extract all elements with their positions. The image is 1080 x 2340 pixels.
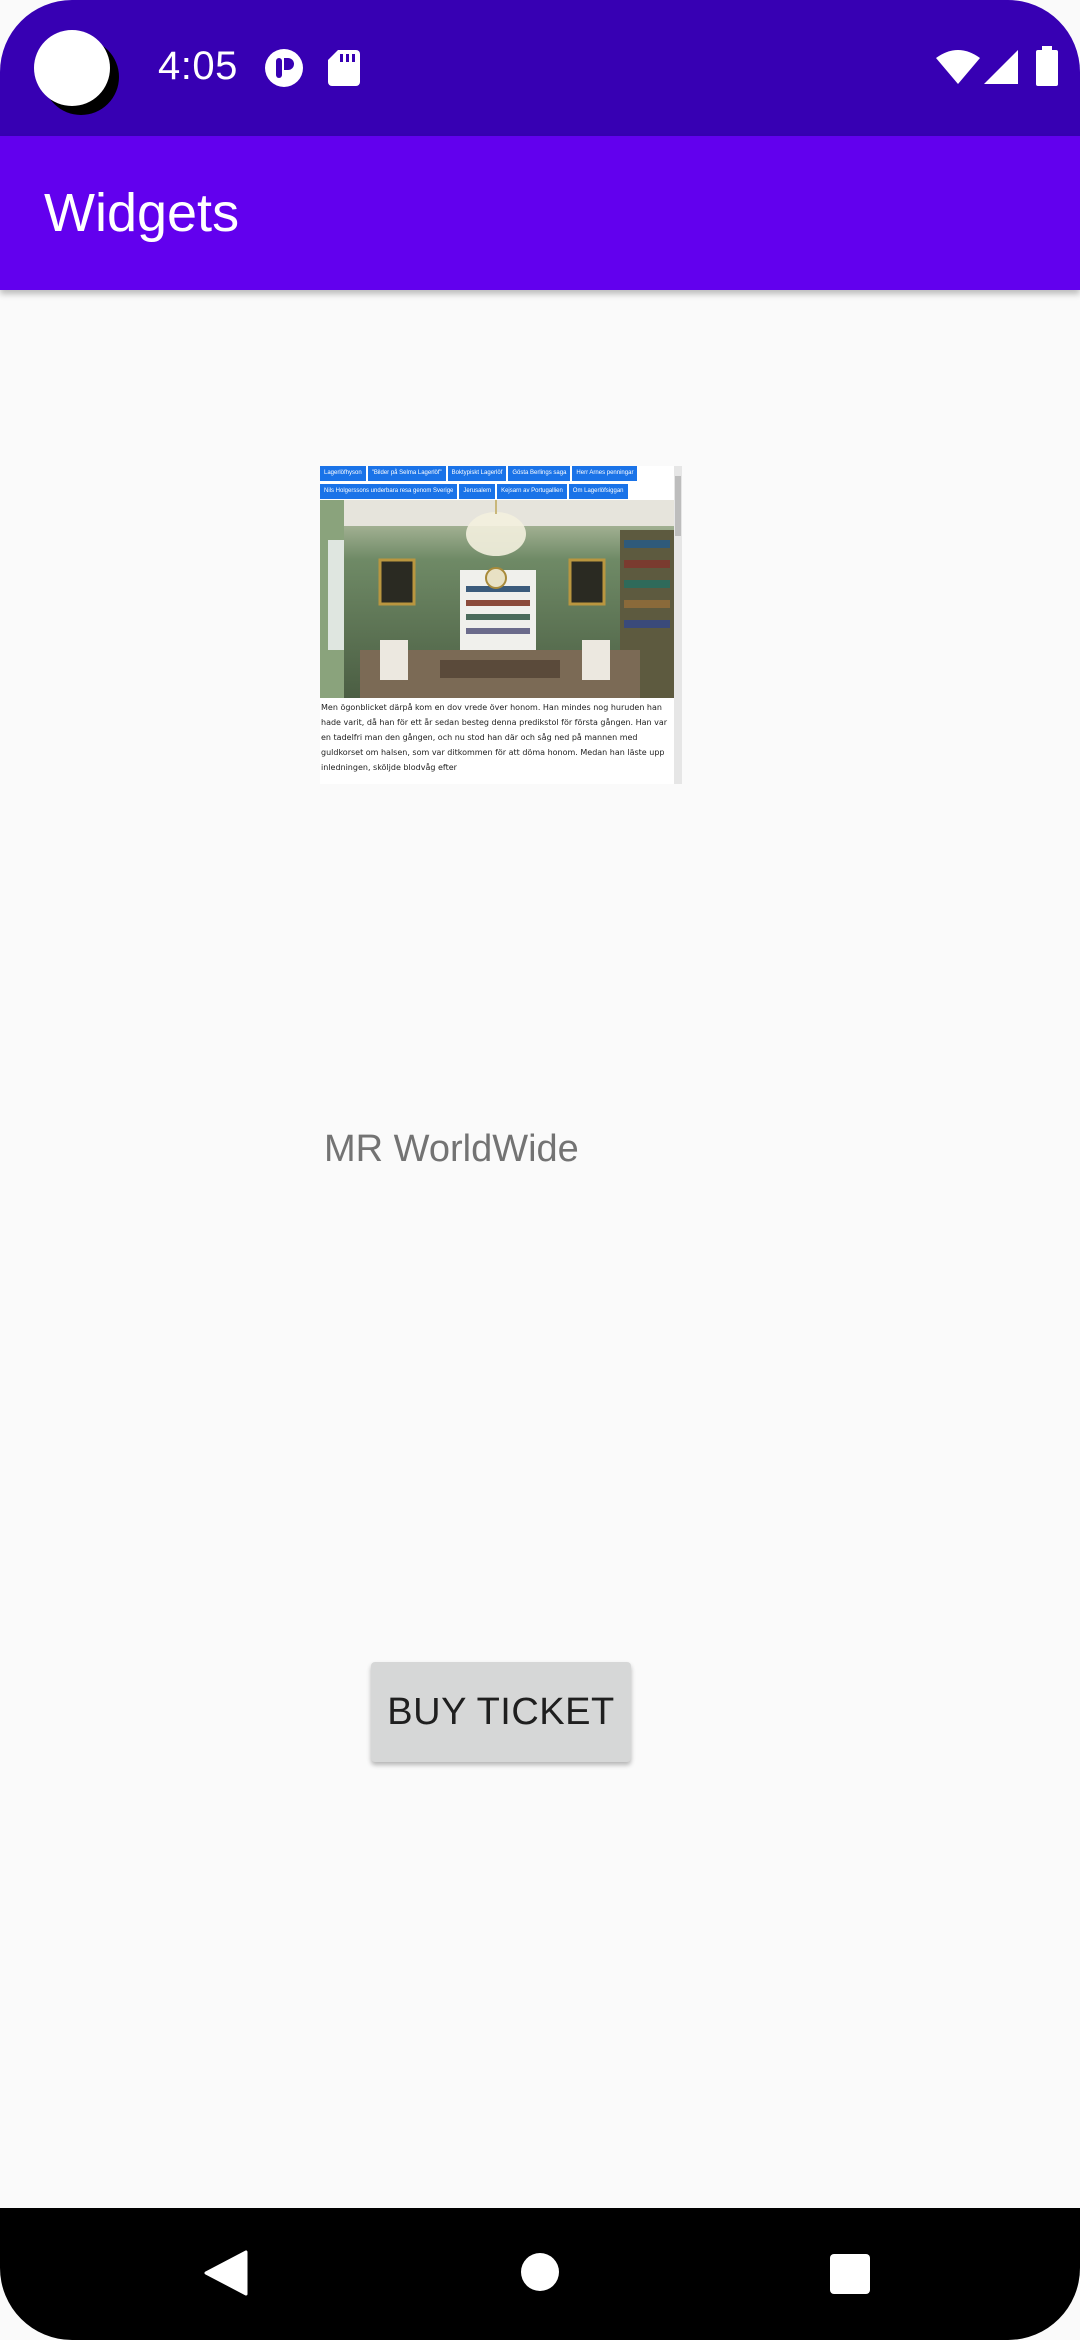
sd-card-icon [328, 50, 360, 86]
web-nav-link[interactable]: Boktypiskt Lagerlöf [447, 466, 507, 481]
wifi-icon [936, 50, 980, 84]
battery-icon [1036, 46, 1058, 86]
mr-worldwide-label: MR WorldWide [324, 1128, 579, 1170]
home-icon[interactable] [520, 2252, 560, 2292]
web-nav-link[interactable]: Kejsarn av Portugallien [497, 484, 567, 499]
web-scrollbar-thumb[interactable] [675, 476, 681, 536]
back-icon[interactable] [204, 2250, 248, 2296]
app-title: Widgets [44, 183, 240, 243]
web-nav-link[interactable]: Lagerlöfhyson [320, 466, 366, 481]
system-navigation-bar [0, 2208, 1080, 2340]
web-nav-link[interactable]: Jerusalem [459, 484, 496, 499]
web-nav-link[interactable]: "Bilder på Selma Lagerlöf" [367, 466, 446, 481]
cell-signal-icon [984, 50, 1018, 84]
status-time: 4:05 [158, 44, 238, 88]
app-bar: Widgets [0, 136, 1080, 290]
web-view[interactable]: Lagerlöfhyson "Bilder på Selma Lagerlöf"… [320, 466, 682, 784]
room-photo-image [320, 500, 675, 698]
web-nav-link[interactable]: Om Lagerlöfsiggan [568, 484, 628, 499]
buy-ticket-button[interactable]: BUY TICKET [371, 1662, 631, 1762]
web-nav-link[interactable]: Gösta Berlings saga [508, 466, 571, 481]
web-nav-links: Lagerlöfhyson "Bilder på Selma Lagerlöf"… [320, 466, 672, 500]
app-notification-icon [265, 49, 303, 87]
web-nav-link[interactable]: Herr Arnes penningar [572, 466, 638, 481]
web-nav-link[interactable]: Nils Holgerssons underbara resa genom Sv… [320, 484, 458, 499]
status-bar: 4:05 [0, 0, 1080, 136]
web-body-text: Men ögonblicket därpå kom en dov vrede ö… [321, 703, 668, 772]
camera-cutout-icon [34, 30, 110, 106]
recents-icon[interactable] [830, 2254, 870, 2294]
